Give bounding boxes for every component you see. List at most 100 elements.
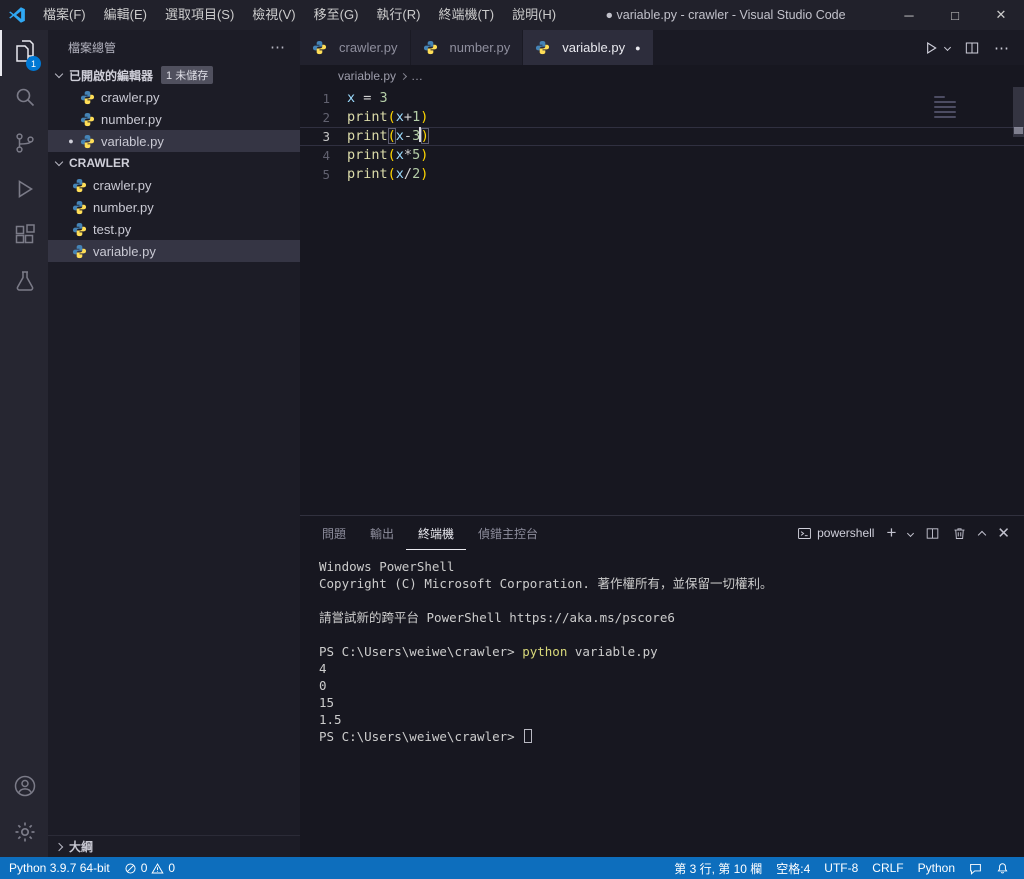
status-python-interpreter[interactable]: Python 3.9.7 64-bit bbox=[0, 857, 117, 879]
editor-more-actions-icon[interactable]: ⋯ bbox=[994, 39, 1010, 57]
code-token: 3 bbox=[379, 90, 388, 106]
menu-item[interactable]: 選取項目(S) bbox=[156, 0, 243, 30]
open-editor-item[interactable]: number.py bbox=[48, 108, 300, 130]
status-problems[interactable]: 00 bbox=[117, 857, 182, 879]
status-eol[interactable]: CRLF bbox=[865, 857, 910, 879]
warning-icon bbox=[151, 862, 165, 875]
close-panel-icon[interactable]: ✕ bbox=[997, 524, 1010, 542]
breadcrumb-more[interactable]: … bbox=[411, 69, 423, 83]
code-token: print bbox=[347, 166, 388, 182]
chevron-right-icon bbox=[54, 842, 64, 851]
close-button[interactable]: ✕ bbox=[978, 0, 1024, 30]
python-file-icon bbox=[535, 40, 550, 55]
line-number[interactable]: 1 bbox=[300, 89, 347, 108]
python-file-icon bbox=[80, 134, 95, 149]
bell-icon[interactable] bbox=[989, 857, 1016, 879]
search-activity-button[interactable] bbox=[0, 76, 48, 122]
status-encoding[interactable]: UTF-8 bbox=[817, 857, 865, 879]
code-line[interactable]: 3 print(x-3) bbox=[300, 127, 1024, 146]
minimize-button[interactable]: ─ bbox=[886, 0, 932, 30]
source-control-icon bbox=[13, 131, 37, 160]
source-control-activity-button[interactable] bbox=[0, 122, 48, 168]
code-editor[interactable]: 1x = 3 2 print(x+1) 3 print(x-3) 4 print(x*5) 5… bbox=[300, 87, 1024, 515]
file-tree-item[interactable]: variable.py bbox=[48, 240, 300, 262]
menu-item[interactable]: 終端機(T) bbox=[429, 0, 503, 30]
kill-terminal-button[interactable] bbox=[952, 526, 967, 541]
account-button[interactable] bbox=[0, 765, 48, 811]
explorer-more-actions-icon[interactable]: ⋯ bbox=[270, 38, 286, 56]
sidebar-title: 檔案總管 bbox=[68, 40, 117, 55]
menu-item[interactable]: 移至(G) bbox=[305, 0, 368, 30]
file-name: number.py bbox=[93, 199, 154, 215]
modified-dot: ● bbox=[635, 42, 641, 53]
maximize-button[interactable]: □ bbox=[932, 0, 978, 30]
titlebar: 檔案(F) 編輯(E) 選取項目(S) 檢視(V) 移至(G) 執行(R) 終端機(T) 說明… bbox=[0, 0, 1024, 30]
window-controls: ─ □ ✕ bbox=[886, 0, 1024, 30]
open-editor-item[interactable]: ● variable.py bbox=[48, 130, 300, 152]
menu-item[interactable]: 編輯(E) bbox=[95, 0, 156, 30]
minimap[interactable] bbox=[934, 93, 1006, 121]
settings-button[interactable] bbox=[0, 811, 48, 857]
menu-item[interactable]: 執行(R) bbox=[367, 0, 429, 30]
powershell-icon bbox=[798, 527, 812, 539]
menu-item[interactable]: 說明(H) bbox=[503, 0, 565, 30]
terminal-dropdown-chevron-icon[interactable] bbox=[907, 529, 915, 537]
code-line[interactable]: 2 print(x+1) bbox=[300, 108, 1024, 127]
open-editors-section-header[interactable]: 已開啟的編輯器 1 未儲存 bbox=[48, 64, 300, 86]
line-number[interactable]: 5 bbox=[300, 165, 347, 184]
code-token: 5 bbox=[412, 147, 421, 163]
python-file-icon bbox=[72, 222, 87, 237]
panel-tab[interactable]: 輸出 bbox=[358, 516, 406, 550]
run-python-file-button[interactable] bbox=[923, 40, 939, 56]
search-icon bbox=[13, 85, 37, 114]
code-token: + bbox=[403, 109, 413, 125]
minimap-line bbox=[934, 105, 956, 108]
code-line[interactable]: 4 print(x*5) bbox=[300, 146, 1024, 165]
sidebar-explorer: 檔案總管 ⋯ 已開啟的編輯器 1 未儲存 crawler.py number.py… bbox=[48, 30, 300, 857]
folder-section-header[interactable]: CRAWLER bbox=[48, 152, 300, 174]
panel-tab[interactable]: 終端機 bbox=[406, 516, 466, 550]
code-token: ( bbox=[387, 147, 396, 163]
menu-item[interactable]: 檢視(V) bbox=[243, 0, 304, 30]
status-indentation[interactable]: 空格:4 bbox=[769, 857, 817, 879]
outline-section-header[interactable]: 大綱 bbox=[48, 835, 300, 857]
editor-tab[interactable]: number.py bbox=[410, 30, 524, 65]
terminal-output[interactable]: Windows PowerShell Copyright (C) Microsof… bbox=[300, 550, 1024, 857]
run-dropdown-chevron-icon[interactable] bbox=[943, 43, 952, 52]
testing-activity-button[interactable] bbox=[0, 260, 48, 306]
split-editor-button[interactable] bbox=[964, 40, 980, 56]
split-terminal-button[interactable] bbox=[925, 526, 940, 541]
extensions-icon bbox=[13, 223, 37, 252]
line-number[interactable]: 3 bbox=[300, 127, 347, 146]
extensions-activity-button[interactable] bbox=[0, 214, 48, 260]
file-tree-item[interactable]: number.py bbox=[48, 196, 300, 218]
panel-tab[interactable]: 問題 bbox=[310, 516, 358, 550]
file-name: test.py bbox=[93, 221, 132, 237]
line-number[interactable]: 4 bbox=[300, 146, 347, 165]
code-line[interactable]: 1x = 3 bbox=[300, 89, 1024, 108]
code-token: - bbox=[403, 128, 413, 144]
shell-selector[interactable]: powershell bbox=[797, 526, 874, 541]
panel-tab[interactable]: 偵錯主控台 bbox=[466, 516, 550, 550]
maximize-panel-chevron-icon[interactable] bbox=[978, 530, 987, 540]
explorer-activity-button[interactable]: 1 bbox=[0, 30, 48, 76]
file-tree-item[interactable]: test.py bbox=[48, 218, 300, 240]
code-line[interactable]: 5 print(x/2) bbox=[300, 165, 1024, 184]
open-editors-label: 已開啟的編輯器 bbox=[69, 68, 154, 83]
menu-item[interactable]: 檔案(F) bbox=[34, 0, 95, 30]
editor-tab[interactable]: variable.py ● bbox=[523, 30, 654, 65]
open-editor-item[interactable]: crawler.py bbox=[48, 86, 300, 108]
status-cursor-position[interactable]: 第 3 行, 第 10 欄 bbox=[667, 857, 769, 879]
breadcrumb-file[interactable]: variable.py bbox=[338, 69, 396, 83]
line-number[interactable]: 2 bbox=[300, 108, 347, 127]
run-debug-activity-button[interactable] bbox=[0, 168, 48, 214]
bottom-panel: 問題 輸出 終端機 偵錯主控台 powershell + ✕ Windows P… bbox=[300, 515, 1024, 857]
file-tree-item[interactable]: crawler.py bbox=[48, 174, 300, 196]
status-language-mode[interactable]: Python bbox=[911, 857, 962, 879]
new-terminal-button[interactable]: + bbox=[886, 523, 896, 543]
feedback-icon[interactable] bbox=[962, 857, 989, 879]
python-file-icon bbox=[72, 244, 87, 259]
editor-tab[interactable]: crawler.py bbox=[300, 30, 411, 65]
